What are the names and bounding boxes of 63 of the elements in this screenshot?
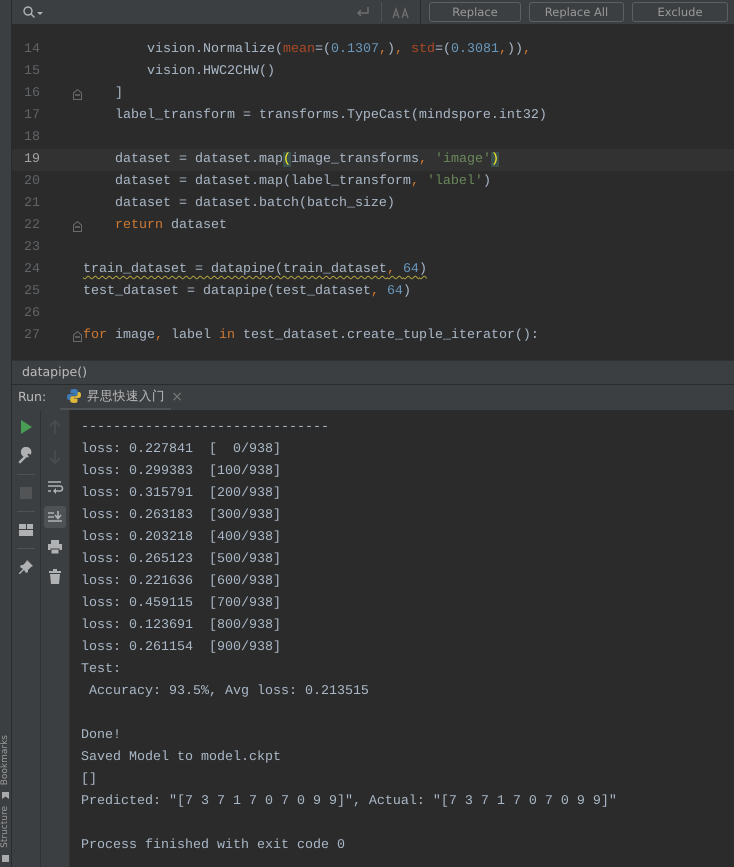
replace-button[interactable]: Replace [429, 2, 521, 22]
printer-icon[interactable] [46, 538, 64, 556]
warning-code-line: train_dataset = datapipe(train_dataset, 64) [83, 261, 427, 279]
bookmark-icon[interactable] [1, 791, 10, 800]
code-line: label_transform = transforms.TypeCast(mindspore.int32) [114, 107, 547, 125]
python-icon [66, 388, 82, 404]
fold-icon[interactable] [73, 88, 82, 100]
tool-window-label[interactable]: Bookmarks [0, 734, 11, 786]
console-output-line: Predicted: "[7 3 7 1 7 0 7 0 9 9]", Actual: "[7 3 7 1 7 0 7 0 9 9]" [81, 793, 618, 811]
line-number: 19 [23, 151, 40, 169]
line-number: 18 [23, 129, 40, 147]
console-output-line: Process finished with exit code 0 [81, 837, 346, 855]
breadcrumb[interactable]: datapipe() [22, 363, 87, 382]
run-label: Run: [18, 388, 46, 406]
code-line: return dataset [114, 217, 227, 235]
console-output-line: Saved Model to model.ckpt [81, 749, 282, 767]
exclude-button[interactable]: Exclude [632, 2, 728, 22]
code-line: dataset = dataset.batch(batch_size) [114, 195, 395, 213]
console-output-line: Test: [81, 661, 122, 679]
code-line: for image, label in test_dataset.create_tuple_iterator(): [83, 327, 539, 345]
soft-wrap-icon[interactable] [46, 478, 64, 496]
line-number: 15 [23, 63, 40, 81]
line-number: 20 [23, 173, 40, 191]
code-line: dataset = dataset.map(image_transforms, 'image') [114, 151, 499, 169]
line-number: 14 [23, 41, 40, 59]
console-output-line: Done! [81, 727, 122, 745]
tool-window-label[interactable]: Structure [0, 806, 11, 848]
console-output-line: loss: 0.299383 [100/938] [81, 463, 282, 481]
line-number: 25 [23, 283, 40, 301]
replace-all-button[interactable]: Replace All [529, 2, 624, 22]
code-line: vision.HWC2CHW() [146, 63, 275, 81]
line-number: 16 [23, 85, 40, 103]
line-number: 23 [23, 239, 40, 257]
line-number: 24 [23, 261, 40, 279]
code-line: test_dataset = datapipe(test_dataset, 64) [83, 283, 411, 301]
console-output-line: loss: 0.265123 [500/938] [81, 551, 282, 569]
console-output-line: loss: 0.315791 [200/938] [81, 485, 282, 503]
close-icon[interactable]: × [171, 387, 183, 408]
console-output-line: loss: 0.221636 [600/938] [81, 573, 282, 591]
console-output-line: ------------------------------- [81, 419, 330, 437]
line-number: 21 [23, 195, 40, 213]
line-number: 17 [23, 107, 40, 125]
line-number: 27 [23, 327, 40, 345]
console-output-line: loss: 0.261154 [900/938] [81, 639, 282, 657]
line-number: 26 [23, 305, 40, 323]
search-icon[interactable] [22, 5, 44, 19]
console-output-line: loss: 0.227841 [ 0/938] [81, 441, 282, 459]
trash-icon[interactable] [46, 568, 64, 586]
code-line: ] [114, 85, 123, 103]
console-output-line: loss: 0.459115 [700/938] [81, 595, 282, 613]
fold-icon[interactable] [73, 220, 82, 232]
line-number: 22 [23, 217, 40, 235]
fold-icon[interactable] [73, 330, 82, 342]
console-output-line: Accuracy: 93.5%, Avg loss: 0.213515 [88, 683, 370, 701]
pin-icon[interactable] [17, 558, 35, 576]
console-output-line: loss: 0.263183 [300/938] [81, 507, 282, 525]
structure-icon[interactable] [1, 854, 10, 863]
code-line: vision.Normalize(mean=(0.1307,), std=(0.3081,)), [146, 41, 531, 59]
code-line: dataset = dataset.map(label_transform, 'label') [114, 173, 491, 191]
console-output-line: loss: 0.123691 [800/938] [81, 617, 282, 635]
layout-icon[interactable] [17, 521, 35, 539]
console-output-line: loss: 0.203218 [400/938] [81, 529, 282, 547]
console-output-line: [] [81, 771, 98, 789]
